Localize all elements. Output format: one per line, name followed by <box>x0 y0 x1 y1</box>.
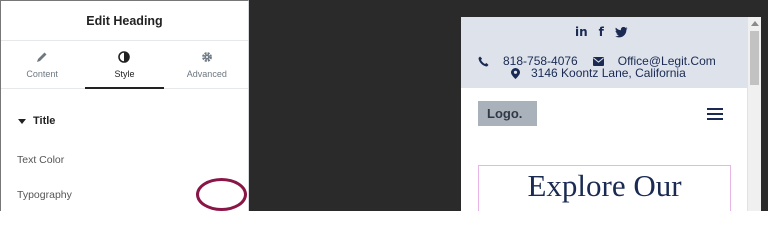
tab-content[interactable]: Content <box>1 41 83 88</box>
address-line: 3146 Koontz Lane, California <box>511 66 686 80</box>
heading-text: Explore Our <box>527 168 682 203</box>
linkedin-icon[interactable]: in <box>575 25 588 39</box>
text-color-label: Text Color <box>17 154 65 166</box>
section-title-toggle[interactable]: Title <box>1 89 248 153</box>
tab-style[interactable]: Style <box>83 41 165 89</box>
site-logo[interactable]: Logo. <box>478 101 537 126</box>
half-circle-icon <box>118 50 131 63</box>
social-links: in f <box>575 25 628 39</box>
gear-icon <box>201 51 212 62</box>
scroll-thumb[interactable] <box>750 31 759 85</box>
tab-style-label: Style <box>114 68 135 79</box>
tab-advanced[interactable]: Advanced <box>166 41 248 88</box>
phone-icon <box>478 56 489 66</box>
map-pin-icon <box>511 67 520 79</box>
panel-title: Edit Heading <box>1 1 248 41</box>
site-preview: in f 818-758-4076 Office@Legit.Com 3146 … <box>461 17 761 211</box>
panel-tabs: Content Style Advanced <box>1 41 248 89</box>
pencil-icon <box>37 52 47 62</box>
tab-advanced-label: Advanced <box>186 68 227 79</box>
section-title-label: Title <box>33 115 56 127</box>
address-text: 3146 Koontz Lane, California <box>531 66 686 80</box>
facebook-icon[interactable]: f <box>599 25 604 39</box>
selected-heading-widget[interactable]: Explore Our <box>478 165 731 211</box>
typography-label: Typography <box>17 189 72 201</box>
scroll-up-arrow-icon[interactable] <box>751 21 759 26</box>
mail-icon <box>592 56 604 66</box>
top-bar: in f 818-758-4076 Office@Legit.Com 3146 … <box>461 17 747 88</box>
highlight-annotation <box>196 178 247 211</box>
caret-down-icon <box>18 118 26 124</box>
hamburger-menu-icon[interactable] <box>707 108 723 123</box>
tab-content-label: Content <box>26 68 58 79</box>
twitter-icon[interactable] <box>614 26 628 38</box>
preview-scrollbar[interactable] <box>747 17 761 211</box>
